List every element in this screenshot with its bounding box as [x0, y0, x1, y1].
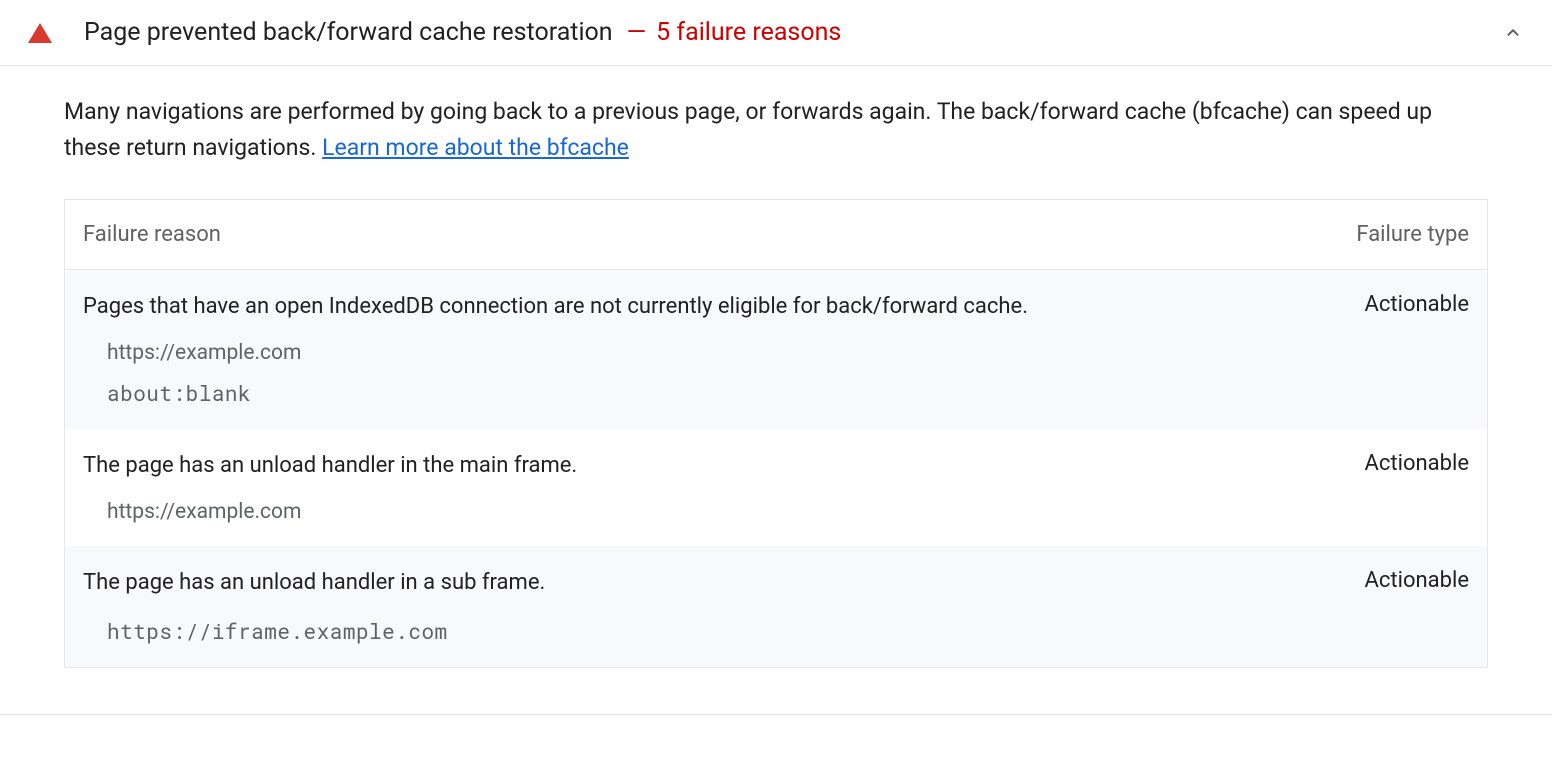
failure-reason: The page has an unload handler in the ma… [83, 451, 1365, 482]
table-row: The page has an unload handler in the ma… [65, 429, 1487, 546]
table-header-row: Failure reason Failure type [65, 200, 1487, 270]
table-row: The page has an unload handler in a sub … [65, 546, 1487, 667]
row-summary: The page has an unload handler in the ma… [83, 451, 1469, 482]
frame-url: about:blank [107, 379, 1469, 407]
panel-divider [0, 714, 1552, 715]
failure-type: Actionable [1365, 451, 1469, 476]
audit-panel: Page prevented back/forward cache restor… [0, 0, 1552, 715]
frame-list: https://example.com [83, 500, 1469, 524]
audit-title: Page prevented back/forward cache restor… [84, 18, 613, 47]
collapse-toggle[interactable] [1502, 22, 1524, 44]
frame-list: https://iframe.example.com [83, 617, 1469, 645]
header-dash: — [627, 18, 647, 47]
audit-header[interactable]: Page prevented back/forward cache restor… [0, 0, 1552, 66]
frame-url: https://example.com [107, 341, 1469, 365]
failure-reason: The page has an unload handler in a sub … [83, 568, 1365, 599]
column-header-reason: Failure reason [83, 222, 1356, 247]
frame-list: https://example.com about:blank [83, 341, 1469, 407]
failure-count: 5 failure reasons [656, 18, 841, 47]
learn-more-link[interactable]: Learn more about the bfcache [322, 134, 629, 161]
chevron-up-icon [1502, 22, 1524, 44]
failure-table: Failure reason Failure type Pages that h… [64, 199, 1488, 667]
frame-url: https://example.com [107, 500, 1469, 524]
frame-url: https://iframe.example.com [107, 617, 1469, 645]
column-header-type: Failure type [1356, 222, 1469, 247]
row-summary: The page has an unload handler in a sub … [83, 568, 1469, 599]
description-text: Many navigations are performed by going … [64, 98, 1432, 161]
audit-description: Many navigations are performed by going … [64, 94, 1488, 165]
failure-type: Actionable [1365, 292, 1469, 317]
failure-type: Actionable [1365, 568, 1469, 593]
table-row: Pages that have an open IndexedDB connec… [65, 270, 1487, 429]
audit-body: Many navigations are performed by going … [0, 66, 1552, 692]
row-summary: Pages that have an open IndexedDB connec… [83, 292, 1469, 323]
fail-triangle-icon [28, 23, 52, 43]
failure-reason: Pages that have an open IndexedDB connec… [83, 292, 1365, 323]
